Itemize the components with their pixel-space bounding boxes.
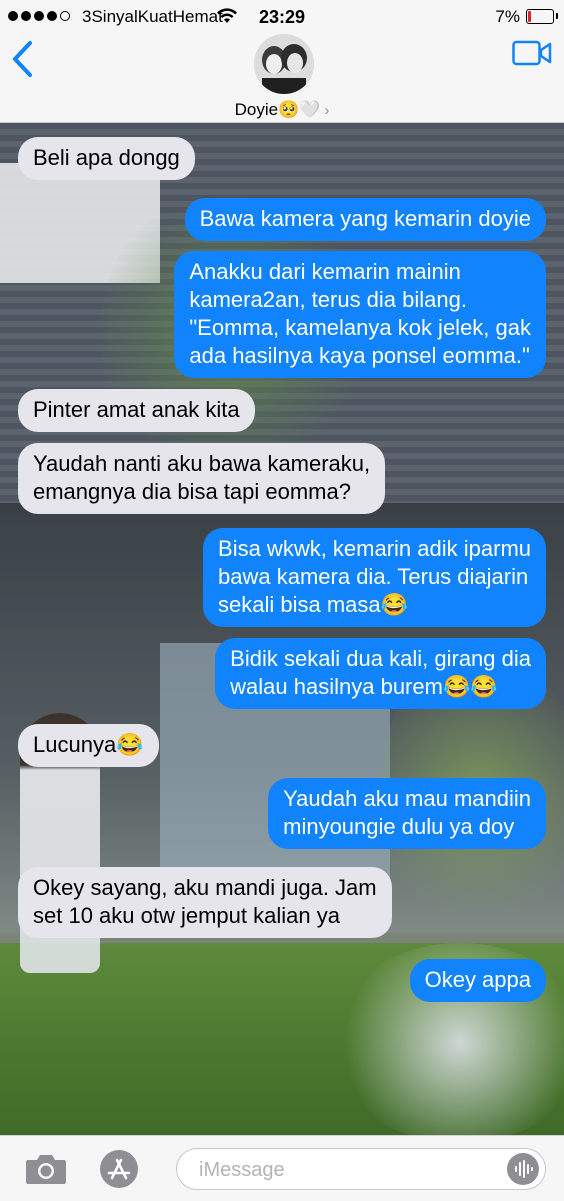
message-bubble-incoming[interactable]: Lucunya😂 xyxy=(18,724,159,767)
contact-avatar[interactable] xyxy=(254,34,314,94)
battery-icon xyxy=(526,9,558,24)
message-bubble-outgoing[interactable]: Bisa wkwk, kemarin adik iparmu bawa kame… xyxy=(203,528,546,627)
chevron-left-icon[interactable] xyxy=(10,40,38,78)
message-composer xyxy=(0,1135,564,1201)
message-bubble-outgoing[interactable]: Bawa kamera yang kemarin doyie xyxy=(184,198,546,241)
wifi-icon xyxy=(217,8,237,23)
message-bubble-outgoing[interactable]: Okey appa xyxy=(409,959,546,1002)
contact-name: Doyie🥺🤍 xyxy=(234,100,321,119)
video-camera-icon[interactable] xyxy=(512,40,552,66)
carrier-name: 3SinyalKuatHemat xyxy=(82,7,223,26)
message-bubble-incoming[interactable]: Okey sayang, aku mandi juga. Jam set 10 … xyxy=(18,867,392,938)
camera-icon[interactable] xyxy=(24,1152,68,1186)
message-bubble-incoming[interactable]: Yaudah nanti aku bawa kameraku, emangnya… xyxy=(18,443,386,514)
imessage-field[interactable] xyxy=(176,1148,546,1190)
message-bubble-incoming[interactable]: Beli apa dongg xyxy=(18,137,195,180)
message-bubble-outgoing[interactable]: Anakku dari kemarin mainin kamera2an, te… xyxy=(174,251,546,378)
message-input[interactable] xyxy=(197,1155,501,1185)
audio-waveform-icon[interactable] xyxy=(507,1153,539,1185)
contact-name-button[interactable]: Doyie🥺🤍 › xyxy=(0,100,564,120)
chevron-right-icon: › xyxy=(324,102,330,119)
conversation-header: Doyie🥺🤍 › xyxy=(0,34,564,123)
message-bubble-incoming[interactable]: Pinter amat anak kita xyxy=(18,389,255,432)
status-bar: 3SinyalKuatHemat 23:29 7% xyxy=(0,0,564,34)
message-bubble-outgoing[interactable]: Yaudah aku mau mandiin minyoungie dulu y… xyxy=(268,778,546,849)
signal-strength-icon xyxy=(8,11,70,21)
message-thread[interactable]: Beli apa dongg Bawa kamera yang kemarin … xyxy=(0,123,564,1135)
message-bubble-outgoing[interactable]: Bidik sekali dua kali, girang dia walau … xyxy=(215,638,546,709)
app-store-icon[interactable] xyxy=(98,1148,140,1190)
battery-percentage: 7% xyxy=(495,7,520,26)
